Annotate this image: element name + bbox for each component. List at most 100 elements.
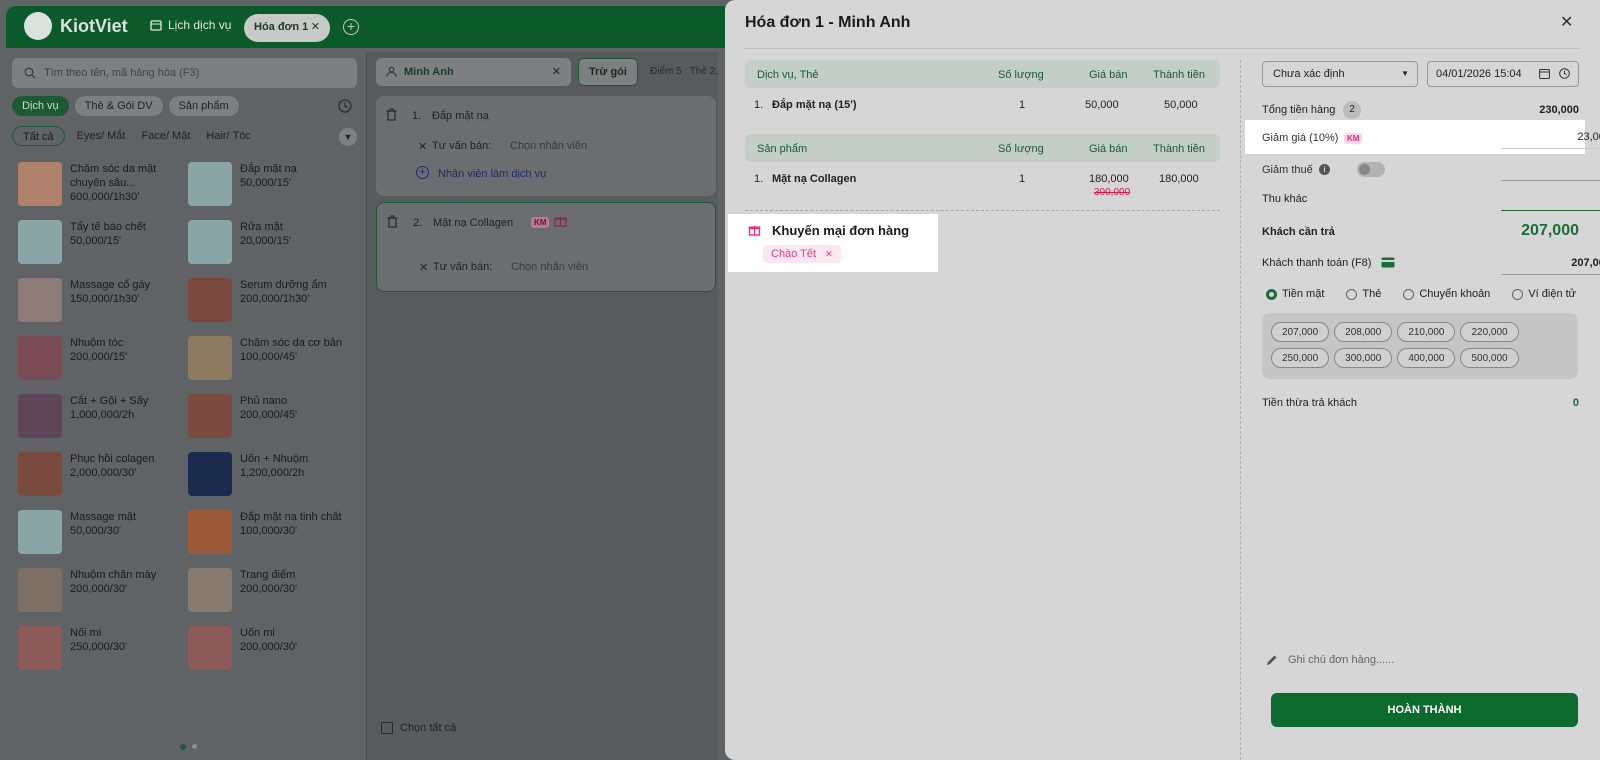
trash-icon[interactable] <box>387 215 398 228</box>
clock-icon[interactable] <box>1559 68 1570 79</box>
close-icon[interactable]: ✕ <box>1560 12 1573 32</box>
other-fee-input[interactable]: 0 <box>1501 193 1600 211</box>
consult-select[interactable]: Chọn nhân viên <box>511 261 588 273</box>
service-item[interactable]: Chăm sóc da cơ bản 100,000/45' <box>188 336 358 390</box>
card-icon[interactable] <box>1381 257 1395 268</box>
service-item[interactable]: Cắt + Gội + Sấy 1,000,000/2h <box>18 394 188 448</box>
service-item[interactable]: Đắp mặt nạ tinh chất 100,000/30' <box>188 510 358 564</box>
row-total: 180,000 <box>1159 173 1199 185</box>
status-select[interactable]: Chưa xác định ▼ <box>1262 61 1418 87</box>
row-qty: 1 <box>1019 99 1026 111</box>
service-text: Nhuộm chân mày 200,000/30' <box>70 568 156 622</box>
remove-consultant-icon[interactable]: ✕ <box>419 261 428 274</box>
filter-hair[interactable]: Hair/ Tóc <box>202 130 254 142</box>
close-tab-icon[interactable]: ✕ <box>311 20 320 33</box>
remove-consultant-icon[interactable]: ✕ <box>418 140 427 153</box>
service-item[interactable]: Uốn + Nhuộm 1,200,000/2h <box>188 452 358 506</box>
amount-option[interactable]: 400,000 <box>1397 348 1456 368</box>
radio[interactable] <box>1512 288 1524 300</box>
service-item[interactable]: Tẩy tế bào chết 50,000/15' <box>18 220 188 274</box>
method-transfer[interactable]: Chuyển khoản <box>1403 288 1490 300</box>
amount-option[interactable]: 220,000 <box>1460 322 1519 342</box>
method-cash[interactable]: Tiền mặt <box>1266 288 1324 300</box>
gift-icon[interactable] <box>554 214 567 227</box>
add-staff-icon[interactable]: + <box>416 166 429 179</box>
customer-field[interactable]: Minh Anh ✕ <box>376 58 571 86</box>
service-item[interactable]: Phục hồi colagen 2,000,000/30' <box>18 452 188 506</box>
note-placeholder: Ghi chú đơn hàng...... <box>1288 654 1395 666</box>
tax-toggle[interactable] <box>1357 162 1385 177</box>
service-price: 20,000/15' <box>240 235 292 247</box>
tru-goi-button[interactable]: Trừ gói <box>578 58 638 86</box>
tab-lich-dich-vu[interactable]: Lịch dịch vụ <box>150 18 231 32</box>
order-note[interactable]: Ghi chú đơn hàng...... <box>1266 654 1576 666</box>
service-price: 200,000/15' <box>70 351 128 363</box>
category-the-goi[interactable]: Thẻ & Gói DV <box>74 96 163 116</box>
service-item[interactable]: Rửa mặt 20,000/15' <box>188 220 358 274</box>
service-item[interactable]: Uốn mi 200,000/30' <box>188 626 358 680</box>
amount-option[interactable]: 207,000 <box>1271 322 1330 342</box>
remove-promo-icon[interactable]: ✕ <box>825 249 833 259</box>
tax-input[interactable]: 0 <box>1501 163 1600 181</box>
service-thumbnail <box>18 162 62 206</box>
category-dich-vu[interactable]: Dịch vụ <box>12 96 69 116</box>
service-item[interactable]: Chăm sóc da mặt chuyên sâu... 600,000/1h3… <box>18 162 188 216</box>
tab-hoa-don-1[interactable]: Hóa đơn 1 ✕ <box>244 14 330 42</box>
amount-option[interactable]: 250,000 <box>1271 348 1330 368</box>
trash-icon[interactable] <box>386 108 397 121</box>
amount-option[interactable]: 208,000 <box>1334 322 1393 342</box>
radio-selected[interactable] <box>1266 288 1277 300</box>
add-staff-link[interactable]: Nhân viên làm dịch vụ <box>438 168 546 180</box>
info-icon[interactable]: i <box>1319 164 1330 175</box>
date-field[interactable]: 04/01/2026 15:04 <box>1427 61 1579 87</box>
service-price: 100,000/45' <box>240 351 298 363</box>
discount-input[interactable]: 23,000 <box>1501 131 1600 149</box>
radio[interactable] <box>1346 288 1358 300</box>
chevron-down-icon[interactable]: ▼ <box>339 128 357 146</box>
paid-input[interactable]: 207,000 <box>1501 257 1600 275</box>
filter-eyes[interactable]: Eyes/ Mắt <box>73 130 130 142</box>
radio[interactable] <box>1403 288 1415 300</box>
service-item[interactable]: Nối mi 250,000/30' <box>18 626 188 680</box>
cart-item-1[interactable]: 1. Đắp mặt nạ ✕ Tư vấn bán: Chọn nhân vi… <box>376 96 716 196</box>
service-item[interactable]: Massage cổ gáy 150,000/1h30' <box>18 278 188 332</box>
pagination-dots <box>180 744 197 750</box>
page-dot-active[interactable] <box>180 744 186 750</box>
row-price: 180,000 <box>1089 173 1129 185</box>
service-item[interactable]: Massage mặt 50,000/30' <box>18 510 188 564</box>
service-item[interactable]: Đắp mặt nạ 50,000/15' <box>188 162 358 216</box>
history-icon[interactable] <box>337 98 353 114</box>
calendar-icon[interactable] <box>1539 68 1550 79</box>
service-text: Nối mi 250,000/30' <box>70 626 127 680</box>
order-promotion[interactable]: Khuyến mại đơn hàng Chào Tết ✕ <box>728 214 938 272</box>
method-ewallet[interactable]: Ví điện tử <box>1512 288 1576 300</box>
filter-face[interactable]: Face/ Mặt <box>137 130 194 142</box>
filter-all[interactable]: Tất cả <box>12 126 65 146</box>
amount-option[interactable]: 210,000 <box>1397 322 1456 342</box>
service-item[interactable]: Serum dưỡng ẩm 200,000/1h30' <box>188 278 358 332</box>
tab-label: Lịch dịch vụ <box>168 18 232 32</box>
finish-button[interactable]: HOÀN THÀNH <box>1271 693 1578 727</box>
kiotviet-logo: KiotViet <box>24 12 128 40</box>
add-tab-icon[interactable]: + <box>343 19 359 35</box>
section-divider <box>745 210 1220 211</box>
service-item[interactable]: Nhuộm chân mày 200,000/30' <box>18 568 188 622</box>
service-name: Cắt + Gội + Sấy <box>70 395 149 407</box>
service-item[interactable]: Trang điểm 200,000/30' <box>188 568 358 622</box>
consult-select[interactable]: Chọn nhân viên <box>510 140 587 152</box>
service-text: Đắp mặt nạ tinh chất 100,000/30' <box>240 510 342 564</box>
cart-item-2[interactable]: 2. Mặt nạ Collagen KM ✕ Tư vấn bán: Chọn… <box>376 202 716 292</box>
page-dot[interactable] <box>192 744 197 749</box>
amount-option[interactable]: 300,000 <box>1334 348 1393 368</box>
col-name: Sản phẩm <box>757 143 808 155</box>
amount-option[interactable]: 500,000 <box>1460 348 1519 368</box>
category-san-pham[interactable]: Sản phẩm <box>168 96 239 116</box>
service-item[interactable]: Phủ nano 200,000/45' <box>188 394 358 448</box>
service-item[interactable]: Nhuộm tóc 200,000/15' <box>18 336 188 390</box>
select-all[interactable]: Chọn tất cả <box>381 722 456 734</box>
method-card[interactable]: Thẻ <box>1346 288 1381 300</box>
product-search-input[interactable]: Tìm theo tên, mã hàng hóa (F3) <box>12 58 357 88</box>
clear-customer-icon[interactable]: ✕ <box>552 65 561 78</box>
select-all-checkbox[interactable] <box>381 722 393 734</box>
promo-chip[interactable]: Chào Tết ✕ <box>763 245 841 263</box>
